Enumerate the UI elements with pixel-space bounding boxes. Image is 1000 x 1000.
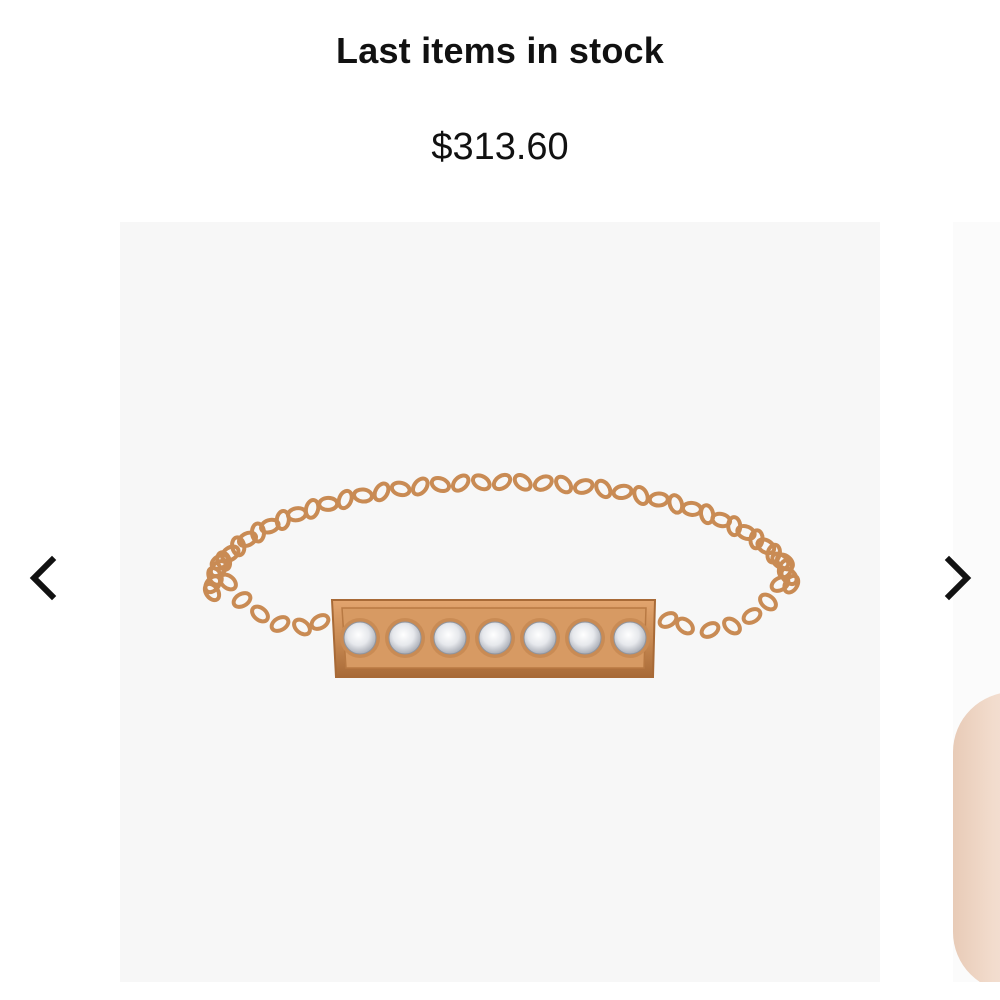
chain-link <box>292 617 312 637</box>
product-page: Last items in stock $313.60 <box>0 0 1000 1000</box>
hand-photo-fragment <box>953 692 1000 982</box>
chain-link <box>647 491 670 508</box>
next-image-button[interactable] <box>935 552 979 604</box>
chain-link <box>554 474 574 495</box>
chain-link <box>336 488 354 511</box>
chain-link <box>512 472 533 492</box>
chain-link <box>410 476 430 497</box>
chain-link <box>491 472 513 492</box>
chain-link <box>285 506 308 523</box>
chain-link <box>657 611 679 629</box>
chain-link <box>699 621 721 639</box>
chain-link <box>269 615 291 633</box>
chain-link <box>532 474 554 492</box>
diamond <box>343 621 377 655</box>
chain-link <box>594 478 613 500</box>
previous-image-button[interactable] <box>22 552 66 604</box>
chain-link <box>372 481 391 503</box>
chain-link <box>352 487 374 504</box>
diamond <box>433 621 467 655</box>
chain-link <box>389 480 412 498</box>
chain-link <box>741 607 763 625</box>
diamond <box>568 621 602 655</box>
chain-link <box>632 485 650 506</box>
chain-link <box>231 591 253 609</box>
chain-link <box>470 473 492 492</box>
chain-link <box>317 495 340 512</box>
chain-link <box>450 473 471 493</box>
chain-link <box>572 478 595 495</box>
diamond <box>613 621 647 655</box>
chain-link <box>250 604 270 624</box>
product-image-ring[interactable] <box>120 222 880 982</box>
chevron-right-icon <box>944 555 972 601</box>
gold-chain-ring-illustration <box>202 472 801 678</box>
diamond-bar <box>330 599 657 678</box>
diamond <box>478 621 512 655</box>
chain-link <box>722 616 742 636</box>
stock-status-heading: Last items in stock <box>336 30 664 71</box>
chain-link <box>218 572 238 592</box>
diamond <box>388 621 422 655</box>
chain-link <box>429 475 452 494</box>
chain-link <box>680 500 703 517</box>
chain-link <box>611 483 634 501</box>
chain-link <box>309 613 331 631</box>
diamond <box>523 621 557 655</box>
product-price: $313.60 <box>431 126 569 168</box>
chevron-left-icon <box>29 555 57 601</box>
product-image-carousel[interactable] <box>0 222 1000 982</box>
